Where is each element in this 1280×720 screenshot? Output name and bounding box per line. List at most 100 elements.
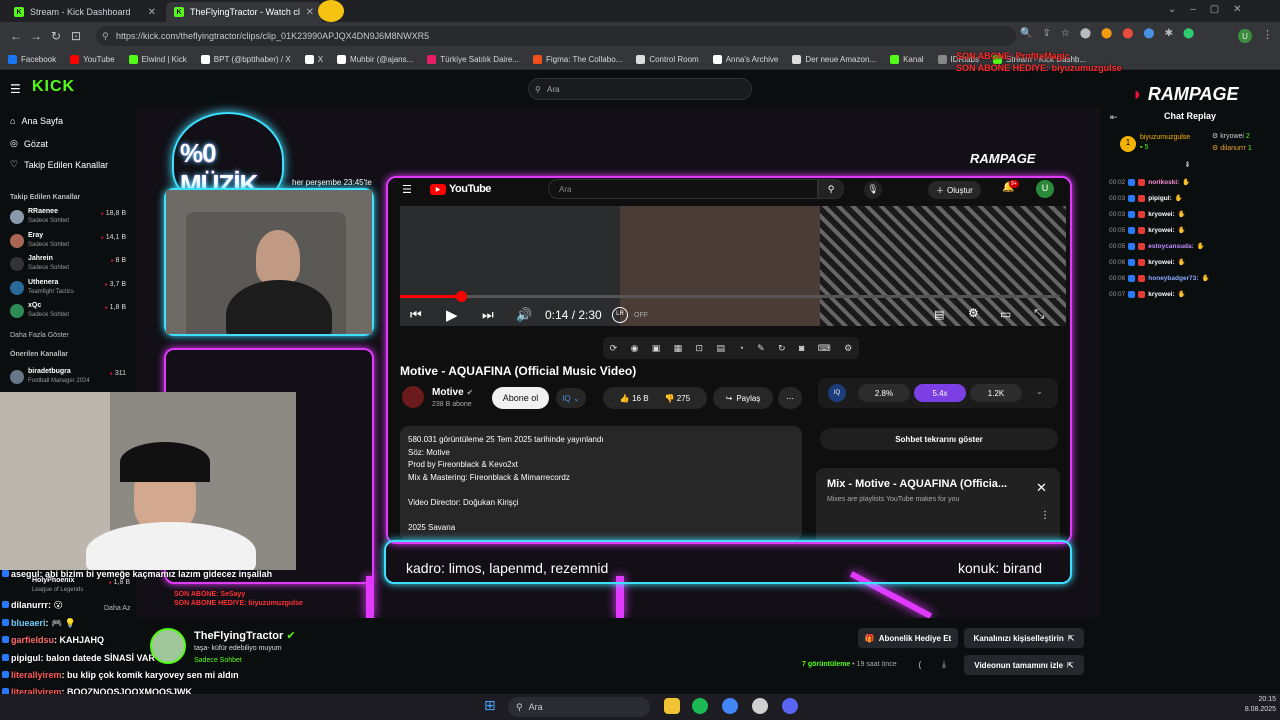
sidebar-channel[interactable]: xQcSadece Sohbet1,8 B xyxy=(10,302,130,324)
bookmark-item[interactable]: Muhbir (@ajans... xyxy=(337,55,413,64)
kick-search-input[interactable]: ⚲ Ara xyxy=(528,78,752,100)
next-icon[interactable]: ⏭ xyxy=(482,307,494,323)
like-button[interactable]: 👍 16 B xyxy=(620,394,649,403)
iq-dropdown[interactable]: IQ ⌄ xyxy=(556,388,586,408)
watch-full-video-button[interactable]: Videonun tamamını izle ⇱ xyxy=(964,655,1084,675)
chat-message[interactable]: 00:06 honeybadger73: ✋ xyxy=(1109,274,1210,282)
close-icon[interactable]: ✕ xyxy=(1036,480,1047,496)
yt-avatar[interactable]: U xyxy=(1036,180,1054,198)
sidebar-channel-holyphoenix[interactable]: HolyPhoenix League of Legends 1,8 B xyxy=(14,577,134,599)
fullscreen-icon[interactable]: ⤡ xyxy=(1034,306,1044,322)
chrome-icon[interactable] xyxy=(722,698,738,714)
chat-message[interactable]: 00:03 pipigul: ✋ xyxy=(1109,194,1183,202)
nav-following[interactable]: ♡ Takip Edilen Kanallar xyxy=(10,159,108,170)
close-icon[interactable]: ✕ xyxy=(148,7,156,18)
taskbar-search[interactable]: ⚲ Ara xyxy=(508,697,650,717)
collapse-chat-icon[interactable]: ⇤ xyxy=(1110,112,1118,123)
yt-description[interactable]: 580.031 görüntüleme 25 Tem 2025 tarihind… xyxy=(400,426,802,540)
channel-avatar[interactable] xyxy=(150,628,186,664)
url-field[interactable]: ⚲ https://kick.com/theflyingtractor/clips… xyxy=(96,26,1016,46)
profile-avatar[interactable]: U xyxy=(1238,29,1252,43)
obs-icon[interactable] xyxy=(752,698,768,714)
yt-search-input[interactable]: Ara xyxy=(548,179,818,199)
chat-message[interactable]: 00:02 norikoski: ✋ xyxy=(1109,178,1190,186)
site-info-icon[interactable]: ⚲ xyxy=(102,31,109,42)
previous-icon[interactable]: ⏮ xyxy=(410,307,422,323)
chat-message[interactable]: 00:07 kryowei: ✋ xyxy=(1109,290,1186,298)
sidebar-channel[interactable]: JahreinSadece Sohbet8 B xyxy=(10,255,130,277)
volume-icon[interactable]: 🔊 xyxy=(516,307,532,323)
reload-icon[interactable]: ↻ xyxy=(46,29,66,43)
share-icon[interactable]: ⟨ xyxy=(918,660,922,671)
play-icon[interactable]: ▶ xyxy=(446,306,458,324)
channel-name[interactable]: TheFlyingTractor ✔ xyxy=(194,629,296,642)
menu-dots-icon[interactable]: ⋮ xyxy=(1262,28,1273,41)
sidebar-channel[interactable]: EraySadece Sohbet14,1 B xyxy=(10,232,130,254)
share-button[interactable]: ↪ Paylaş xyxy=(713,387,773,409)
bookmark-item[interactable]: X xyxy=(304,55,323,64)
chevron-down-icon[interactable]: ⌄ xyxy=(1036,387,1043,396)
dislike-button[interactable]: 👎 275 xyxy=(665,394,691,403)
sidebar-channel[interactable]: UtheneraTeamfight Tactics3,7 B xyxy=(10,279,130,301)
bookmark-item[interactable]: Elwind | Kick xyxy=(128,55,187,64)
back-icon[interactable]: ← xyxy=(6,29,26,43)
hamburger-menu-icon[interactable]: ☰ xyxy=(10,82,21,96)
chat-message[interactable]: 00:05 kryowei: ✋ xyxy=(1109,226,1186,234)
close-icon[interactable]: ✕ xyxy=(306,7,314,18)
yt-logo[interactable]: ▶ YouTube xyxy=(430,183,491,195)
bookmark-item[interactable]: Anna's Archive xyxy=(712,55,778,64)
yt-video-frame[interactable] xyxy=(400,206,1066,326)
show-less-link[interactable]: Daha Az xyxy=(104,605,130,612)
download-icon[interactable]: ⤓ xyxy=(942,659,946,670)
chat-message[interactable]: 00:06 kryowei: ✋ xyxy=(1109,258,1186,266)
sidebar-channel[interactable]: RRaeneeSadece Sohbet18,8 B xyxy=(10,208,130,230)
gift-sub-button[interactable]: 🎁 Abonelik Hediye Et xyxy=(858,628,958,648)
customize-channel-button[interactable]: Kanalınızı kişiselleştirin ⇱ xyxy=(964,628,1084,648)
like-dislike-group[interactable]: 👍 16 B 👎 275 xyxy=(603,387,707,409)
window-controls[interactable]: ⌄ – ▢ ✕ xyxy=(1168,4,1241,15)
tab-kick-dashboard[interactable]: K Stream - Kick Dashboard ✕ xyxy=(6,2,164,22)
subtitles-icon[interactable]: ▤ xyxy=(934,308,944,321)
channel-avatar[interactable] xyxy=(402,386,424,408)
tab-watch-clip[interactable]: K TheFlyingTractor - Watch cli ✕ xyxy=(166,2,322,22)
nav-browse[interactable]: ◎ Gözat xyxy=(10,138,48,149)
extension-icons[interactable]: 🔍 ⇪ ☆ ⬤ ⬤ ⬤ ⬤ ✱ ⬤ xyxy=(1020,28,1194,39)
taskbar-clock[interactable]: 20:15 8.08.2025 xyxy=(1218,695,1276,715)
discord-icon[interactable] xyxy=(782,698,798,714)
bookmark-item[interactable]: Kanal xyxy=(890,55,924,64)
yt-channel-name[interactable]: Motive ✔ xyxy=(432,387,473,398)
bookmark-item[interactable]: Control Room xyxy=(636,55,699,64)
recommended-channel[interactable]: biradetbugra Football Manager 2024 311 xyxy=(10,368,130,390)
yt-subscribe-button[interactable]: Abone ol xyxy=(492,387,549,409)
yt-create-button[interactable]: ＋ Oluştur xyxy=(928,181,981,199)
settings-icon[interactable]: ⚙ xyxy=(968,306,979,320)
file-explorer-icon[interactable] xyxy=(664,698,680,714)
yt-mix-panel[interactable]: Mix - Motive - AQUAFINA (Officia... Mixe… xyxy=(816,468,1060,540)
chat-message[interactable]: 00:05 estoycansuda: ✋ xyxy=(1109,242,1205,250)
show-chat-replay-button[interactable]: Sohbet tekrarını göster xyxy=(820,428,1058,450)
bookmark-item[interactable]: BPT (@bptthaber) / X xyxy=(200,55,291,64)
mic-icon[interactable]: 🎙 xyxy=(864,181,882,199)
yt-progress-bar[interactable] xyxy=(400,295,1060,298)
scroll-down-icon[interactable]: ⇟ xyxy=(1184,160,1191,169)
bookmark-item[interactable]: Facebook xyxy=(8,55,56,64)
kick-logo[interactable]: KICK xyxy=(32,78,75,96)
yt-search-icon[interactable]: ⚲ xyxy=(818,179,844,199)
spotify-icon[interactable] xyxy=(692,698,708,714)
windows-start-icon[interactable]: ⊞ xyxy=(484,697,496,714)
more-icon[interactable]: ⋮ xyxy=(1040,510,1050,521)
forward-icon[interactable]: → xyxy=(26,29,46,43)
bookmark-item[interactable]: Figma: The Collabo... xyxy=(532,55,622,64)
show-more-link[interactable]: Daha Fazla Göster xyxy=(10,332,69,339)
bookmark-item[interactable]: Der neue Amazon... xyxy=(792,55,876,64)
nav-home[interactable]: ⌂ Ana Sayfa xyxy=(10,116,63,126)
bookmark-item[interactable]: Türkiye Satılık Daire... xyxy=(427,55,519,64)
cast-icon[interactable]: ⊡ xyxy=(66,29,86,43)
enhancer-toolbar[interactable]: ⟳ ◉ ▣ ▦ ⊡ ▤ ◔ ✎ ↻ ◙ ⌨ ⚙ xyxy=(603,337,859,359)
chat-message[interactable]: 00:03 kryowei: ✋ xyxy=(1109,210,1186,218)
bookmark-item[interactable]: YouTube xyxy=(70,55,115,64)
more-actions-icon[interactable]: ⋯ xyxy=(778,387,802,409)
yt-menu-icon[interactable]: ☰ xyxy=(402,183,412,196)
loop-icon[interactable]: LR xyxy=(612,307,628,323)
channel-category[interactable]: Sadece Sohbet xyxy=(194,657,242,664)
